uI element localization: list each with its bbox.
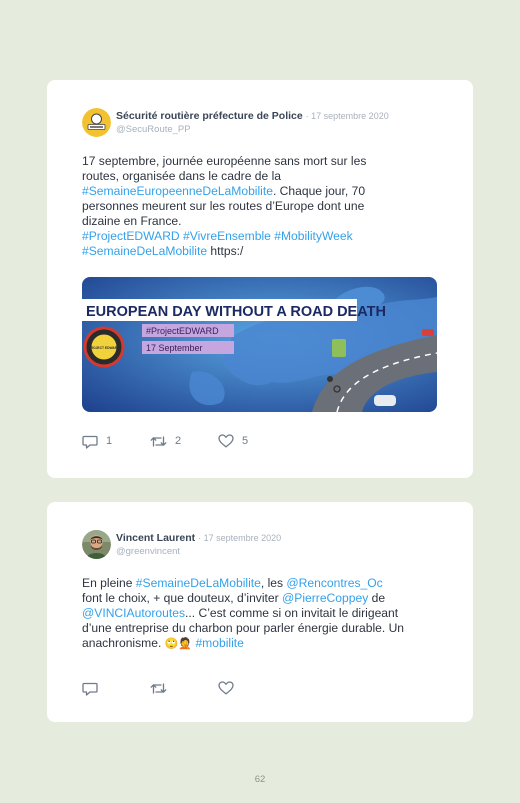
tweet-actions: [82, 680, 342, 696]
tweet-media-image[interactable]: EUROPEAN DAY WITHOUT A ROAD DEATH #Proje…: [82, 277, 437, 412]
mention-link[interactable]: @VINCIAutoroutes: [82, 606, 185, 620]
reply-count: 1: [106, 435, 113, 447]
like-icon: [218, 434, 234, 448]
text-line: anachronisme. 🙄🤦 #mobilite: [82, 636, 444, 651]
tweet-date[interactable]: · 17 septembre 2020: [306, 111, 389, 121]
text-line: @VINCIAutoroutes... C’est comme si on in…: [82, 606, 444, 621]
media-headline: EUROPEAN DAY WITHOUT A ROAD DEATH: [86, 304, 386, 320]
avatar[interactable]: [82, 530, 111, 559]
text-line: #SemaineEuropeenneDeLaMobilite. Chaque j…: [82, 184, 444, 199]
emoji: 🙄🤦: [164, 637, 193, 650]
retweet-icon: [150, 681, 167, 696]
tweet-card: Sécurité routière préfecture de Police ·…: [47, 80, 473, 478]
hashtag-link[interactable]: #mobilite: [192, 636, 243, 650]
tweet-text: 17 septembre, journée européenne sans mo…: [82, 154, 444, 259]
page-number: 62: [254, 774, 266, 785]
retweet-button[interactable]: 2: [150, 433, 181, 449]
url-link[interactable]: https:/: [207, 244, 243, 258]
text-line: font le choix, + que douteux, d’inviter …: [82, 591, 444, 606]
tweet-text: En pleine #SemaineDeLaMobilite, les @Ren…: [82, 576, 444, 651]
tweet-card: Vincent Laurent · 17 septembre 2020 @gre…: [47, 502, 473, 722]
retweet-count: 2: [175, 435, 182, 447]
media-date-label: 17 September: [146, 343, 203, 353]
avatar[interactable]: [82, 108, 111, 137]
reply-button[interactable]: 1: [82, 433, 112, 449]
mention-link[interactable]: @PierreCoppey: [282, 591, 368, 605]
reply-icon: [82, 681, 98, 696]
retweet-icon: [150, 434, 167, 449]
reply-button[interactable]: [82, 680, 98, 696]
text-line: En pleine #SemaineDeLaMobilite, les @Ren…: [82, 576, 444, 591]
text-line: #SemaineDeLaMobilite https:/: [82, 244, 444, 259]
text-line: dizaine en France.: [82, 214, 182, 228]
author-handle[interactable]: @greenvincent: [116, 546, 180, 557]
text-line: routes, organisée dans le cadre de la: [82, 169, 282, 183]
like-icon: [218, 681, 234, 695]
hashtag-links[interactable]: #ProjectEDWARD #VivreEnsemble #MobilityW…: [82, 229, 444, 244]
badge-text: PROJECT EDWARD: [88, 346, 120, 350]
hashtag-link[interactable]: #SemaineDeLaMobilite: [136, 576, 261, 590]
author-name[interactable]: Sécurité routière préfecture de Police ·…: [116, 110, 389, 122]
text-fragment: , les: [260, 576, 287, 590]
mention-link[interactable]: @Rencontres_Oc: [286, 576, 382, 590]
like-button[interactable]: [218, 680, 234, 696]
text-fragment: ... C’est comme si on invitait le dirige…: [185, 606, 399, 620]
hashtag-link[interactable]: #SemaineDeLaMobilite: [82, 244, 207, 258]
tweet-date[interactable]: · 17 septembre 2020: [198, 533, 281, 543]
author-name-text[interactable]: Sécurité routière préfecture de Police: [116, 110, 303, 122]
author-name[interactable]: Vincent Laurent · 17 septembre 2020: [116, 532, 281, 544]
text-fragment: anachronisme.: [82, 636, 165, 650]
tweet-actions: 1 2 5: [82, 433, 342, 449]
text-fragment: de: [368, 591, 386, 605]
text-line: d’une entreprise du charbon pour parler …: [82, 621, 405, 635]
text-fragment: . Chaque jour, 70: [272, 184, 366, 198]
author-name-text[interactable]: Vincent Laurent: [116, 532, 195, 544]
like-button[interactable]: 5: [218, 433, 248, 449]
reply-icon: [82, 434, 98, 449]
text-line: 17 septembre, journée européenne sans mo…: [82, 154, 367, 168]
hashtag-link[interactable]: #SemaineEuropeenneDeLaMobilite: [82, 184, 273, 198]
like-count: 5: [242, 435, 249, 447]
author-handle[interactable]: @SecuRoute_PP: [116, 124, 191, 135]
media-tag-label: #ProjectEDWARD: [146, 326, 219, 336]
text-fragment: En pleine: [82, 576, 136, 590]
text-fragment: font le choix, + que douteux, d’inviter: [82, 591, 283, 605]
text-line: personnes meurent sur les routes d’Europ…: [82, 199, 365, 213]
retweet-button[interactable]: [150, 680, 167, 696]
